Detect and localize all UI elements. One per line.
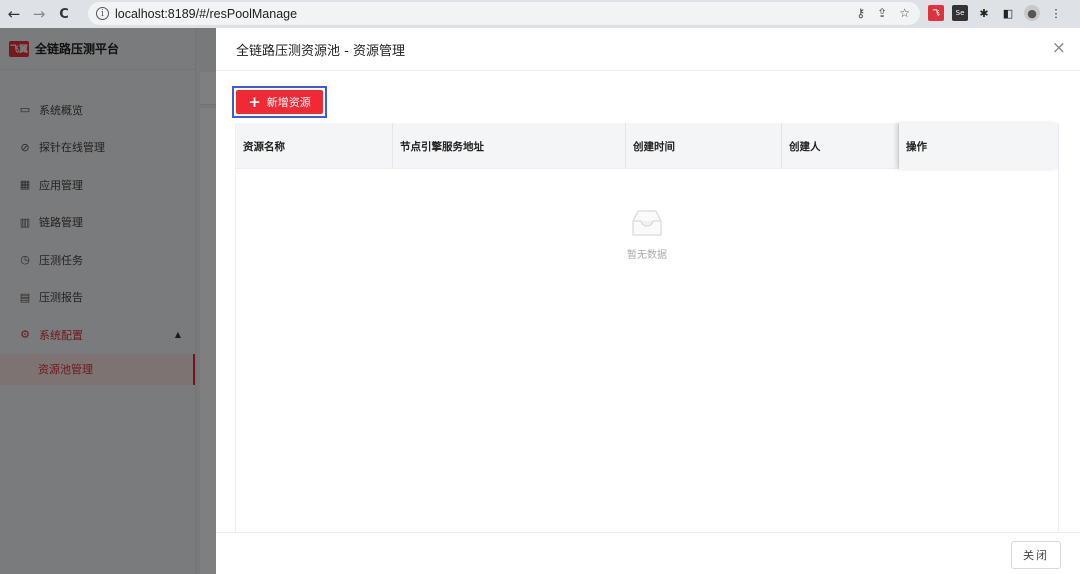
extensions-puzzle-icon[interactable]: ✱	[976, 5, 992, 21]
column-header-name[interactable]: 资源名称	[236, 123, 393, 169]
extension-feiyi-icon[interactable]: 飞	[928, 5, 944, 21]
column-header-actions[interactable]: 操作	[899, 123, 1058, 169]
bookmark-star-icon[interactable]: ☆	[899, 6, 910, 20]
add-button-focus-ring: + 新增资源	[232, 86, 327, 118]
reload-icon[interactable]: C	[53, 3, 75, 25]
more-menu-icon[interactable]: ⋮	[1048, 5, 1064, 21]
empty-text: 暂无数据	[627, 250, 667, 261]
side-panel-icon[interactable]: ◧	[1000, 5, 1016, 21]
add-resource-label: 新增资源	[266, 96, 311, 109]
modal-overlay[interactable]	[0, 28, 216, 574]
column-header-created-time[interactable]: 创建时间	[626, 123, 782, 169]
drawer-footer: 关闭	[216, 532, 1080, 574]
drawer-header: 全链路压测资源池 - 资源管理 ×	[216, 28, 1080, 71]
key-icon[interactable]: ⚷	[856, 6, 865, 20]
plus-icon: +	[248, 92, 261, 111]
table-header: 资源名称 节点引擎服务地址 创建时间 创建人 操作	[236, 123, 1058, 169]
resource-drawer: 全链路压测资源池 - 资源管理 × + 新增资源 资源名称 节点引擎服务地址 创…	[216, 28, 1080, 574]
back-icon[interactable]: ←	[3, 3, 25, 25]
close-icon[interactable]: ×	[1052, 40, 1066, 57]
share-icon[interactable]: ⇪	[877, 6, 887, 20]
url-text[interactable]: localhost:8189/#/resPoolManage	[115, 7, 297, 21]
profile-avatar-icon[interactable]: ●	[1024, 5, 1040, 21]
empty-state: 暂无数据	[236, 169, 1058, 261]
column-header-address[interactable]: 节点引擎服务地址	[393, 123, 626, 169]
empty-inbox-icon	[632, 210, 662, 236]
address-bar[interactable]: i localhost:8189/#/resPoolManage ⚷ ⇪ ☆	[88, 2, 920, 25]
add-resource-button[interactable]: + 新增资源	[236, 90, 323, 114]
drawer-title: 全链路压测资源池 - 资源管理	[236, 43, 405, 59]
info-icon[interactable]: i	[96, 7, 109, 20]
column-header-creator[interactable]: 创建人	[782, 123, 899, 169]
resource-table: 资源名称 节点引擎服务地址 创建时间 创建人 操作 暂无数据	[235, 123, 1059, 533]
forward-icon[interactable]: →	[28, 3, 50, 25]
close-button[interactable]: 关闭	[1011, 541, 1061, 569]
browser-toolbar: ← → C i localhost:8189/#/resPoolManage ⚷…	[0, 0, 1080, 28]
extension-selenium-icon[interactable]: Se	[952, 5, 968, 21]
